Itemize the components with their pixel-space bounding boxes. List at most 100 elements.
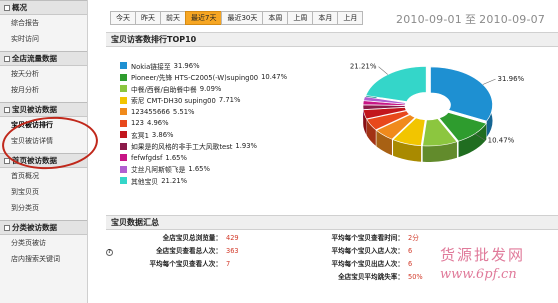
legend-entry: 艾丝凡阿斯顿飞是 1.65%: [120, 164, 287, 176]
legend-percent: 21.21%: [161, 176, 188, 185]
date-preset-button[interactable]: 上周: [287, 11, 314, 25]
sidebar-item[interactable]: 分类页被访: [0, 235, 87, 251]
legend-swatch: [120, 131, 127, 139]
legend-swatch: [120, 62, 127, 70]
summary-value: 6: [408, 247, 413, 255]
legend-percent: 1.65%: [165, 153, 187, 162]
sidebar-item[interactable]: 店内搜索关键词: [0, 251, 87, 267]
sidebar-section-title: 分类被访数据: [12, 223, 57, 232]
sidebar-item[interactable]: 宝贝被访详情: [0, 133, 87, 149]
watermark-logo: 货源批发网 www.6pf.cn: [440, 244, 558, 282]
date-end: 2010-09-07: [479, 13, 546, 26]
summary-label: 平均每个宝贝查看时间：: [331, 234, 404, 242]
legend-percent: 1.65%: [188, 165, 210, 174]
date-preset-button[interactable]: 今天: [110, 11, 136, 25]
sidebar-section-header[interactable]: 全店流量数据: [0, 51, 87, 66]
sidebar-item[interactable]: 到分类页: [0, 200, 87, 216]
sidebar-item[interactable]: 首页概况: [0, 168, 87, 184]
pie-slice: [430, 66, 493, 122]
legend-swatch: [120, 108, 127, 116]
sidebar-section-title: 首页被访数据: [12, 156, 57, 165]
sidebar-section-header[interactable]: 首页被访数据: [0, 153, 87, 168]
collapse-toggle-icon[interactable]: [4, 224, 10, 231]
summary-row-right: 平均每个宝贝查看时间： 2分: [292, 232, 419, 242]
date-preset-button[interactable]: 上月: [337, 11, 364, 25]
sidebar-item[interactable]: 实时访问: [0, 31, 87, 47]
legend-entry: 玄冥1 3.86%: [120, 129, 287, 141]
legend-swatch: [120, 142, 127, 150]
pie-chart: 31.96% 10.47% 21.21%: [350, 63, 525, 162]
legend-entry: 123 4.96%: [120, 118, 287, 130]
legend-swatch: [120, 177, 127, 185]
help-icon[interactable]: ?: [106, 249, 113, 256]
summary-value: 429: [226, 234, 239, 242]
legend-label: 123455666: [131, 107, 170, 116]
summary-label: 全店宝贝查看总人次：: [156, 247, 222, 255]
legend-label: fefwfgdsf: [131, 153, 163, 162]
sidebar-item[interactable]: 按天分析: [0, 66, 87, 82]
date-range-display: 2010-09-01 至 2010-09-07: [396, 11, 545, 27]
pie-callout-label: 31.96%: [497, 75, 524, 83]
date-preset-button[interactable]: 本周: [262, 11, 289, 25]
sidebar-section-title: 全店流量数据: [12, 54, 57, 63]
summary-value: 7: [226, 260, 231, 268]
summary-value: 363: [226, 247, 239, 255]
sidebar-section-header[interactable]: 分类被访数据: [0, 220, 87, 235]
date-preset-button[interactable]: 最近7天: [185, 11, 223, 25]
date-preset-button[interactable]: 本月: [312, 11, 339, 25]
collapse-toggle-icon[interactable]: [4, 106, 10, 113]
chart-legend: Nokia链接至 31.96% Pioneer/先锋 HTS-C2005(-W)su…: [120, 60, 287, 187]
summary-row-right: 平均每个宝贝出店人次： 6: [292, 258, 412, 268]
summary-label: 平均每个宝贝查看人次：: [149, 260, 222, 268]
legend-label: 艾丝凡阿斯顿飞是: [131, 166, 186, 175]
sidebar-item[interactable]: 宝贝被访排行: [0, 117, 87, 133]
summary-row-left: ? 全店宝贝查看总人次： 363: [106, 245, 239, 256]
summary-panel-title: 宝贝数据汇总: [106, 215, 558, 230]
date-preset-button[interactable]: 昨天: [135, 11, 161, 25]
legend-label: 索尼 CMT-DH30 suping00: [131, 97, 216, 106]
legend-label: 其他宝贝: [131, 177, 159, 186]
sidebar-item[interactable]: 按月分析: [0, 82, 87, 98]
legend-swatch: [120, 165, 127, 173]
legend-swatch: [120, 119, 127, 127]
date-start: 2010-09-01: [396, 13, 462, 26]
legend-swatch: [120, 154, 127, 162]
legend-label: 中餐/西餐/自助餐中餐: [131, 85, 197, 94]
legend-label: Pioneer/先锋 HTS-C2005(-W)suping00: [131, 74, 259, 83]
collapse-toggle-icon[interactable]: [4, 55, 10, 62]
legend-percent: 7.71%: [218, 96, 241, 105]
summary-label: 全店宝贝平均跳失率：: [338, 273, 404, 281]
legend-entry: 如果是的风格的非手工大风歌test 1.93%: [120, 141, 287, 153]
callout-line: [378, 66, 389, 75]
date-preset-button[interactable]: 最近30天: [221, 11, 264, 25]
summary-value: 50%: [408, 273, 423, 281]
summary-value: 2分: [408, 234, 419, 242]
pie-callout-label: 10.47%: [488, 137, 515, 145]
legend-label: 123: [131, 119, 144, 128]
summary-row-right: 全店宝贝平均跳失率： 50%: [292, 271, 423, 281]
legend-percent: 10.47%: [261, 73, 288, 82]
legend-swatch: [120, 85, 127, 93]
summary-label: 平均每个宝贝入店人次：: [331, 247, 404, 255]
summary-row-left: ?全店宝贝总浏览量：429: [106, 232, 239, 243]
legend-percent: 3.86%: [151, 130, 174, 139]
sidebar-item[interactable]: 到宝贝页: [0, 184, 87, 200]
sidebar-section-header[interactable]: 宝贝被访数据: [0, 102, 87, 117]
sidebar-item[interactable]: 综合报告: [0, 15, 87, 31]
pie-callout-label: 21.21%: [350, 63, 377, 71]
legend-entry: 其他宝贝 21.21%: [120, 175, 287, 187]
legend-percent: 4.96%: [146, 119, 169, 128]
date-separator: 至: [464, 13, 477, 26]
sidebar-nav: 概况 综合报告 实时访问全店流量数据按天分析 按月分析宝贝被访数据宝贝被访排行 宝贝被访…: [0, 0, 88, 303]
legend-swatch: [120, 96, 127, 104]
collapse-toggle-icon[interactable]: [4, 157, 10, 164]
sidebar-section-title: 宝贝被访数据: [12, 105, 57, 114]
sidebar-section-header[interactable]: 概况: [0, 0, 87, 15]
date-preset-button[interactable]: 前天: [160, 11, 186, 25]
watermark-url: www.6pf.cn: [440, 267, 517, 282]
legend-percent: 31.96%: [173, 61, 200, 70]
legend-entry: fefwfgdsf 1.65%: [120, 152, 287, 164]
collapse-toggle-icon[interactable]: [4, 4, 10, 11]
summary-label: 全店宝贝总浏览量：: [162, 234, 222, 242]
date-range-toolbar: 今天 昨天 前天 最近7天 最近30天 本周 上周 本月 上月: [110, 11, 364, 25]
